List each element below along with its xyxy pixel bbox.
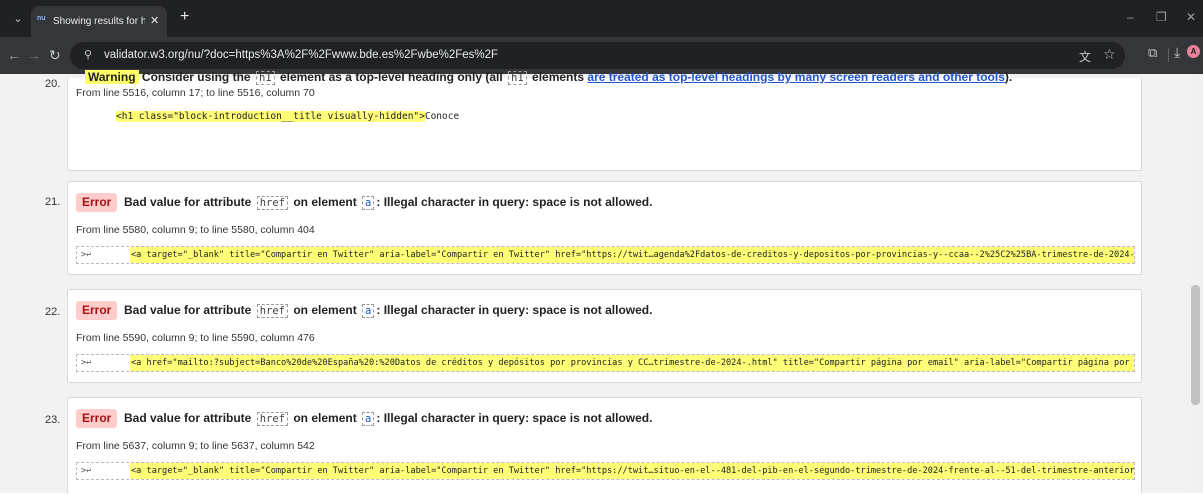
error-badge: Error xyxy=(76,409,118,428)
element-code: a xyxy=(362,196,375,210)
extract-snippet: >↩ <a target="_blank" title="Compartir e… xyxy=(76,246,1135,264)
message-text-a: Bad value for attribute xyxy=(124,195,252,209)
translate-icon[interactable]: 文 xyxy=(1079,48,1091,65)
extract-snippet: <h1 class="block-introduction__title vis… xyxy=(116,109,459,124)
extract-rest: Conoce xyxy=(424,111,460,122)
back-arrow-icon[interactable]: ← xyxy=(7,46,21,64)
tab-active[interactable]: nu Showing results for https://www ✕ xyxy=(31,6,167,37)
extract-prefix: >↩ xyxy=(81,466,92,476)
message-text: Bad value for attribute href on element … xyxy=(124,195,652,210)
scrollbar-thumb[interactable] xyxy=(1191,285,1200,405)
message-item: Error Bad value for attribute href on el… xyxy=(67,397,1142,494)
extract-highlight: <a href="mailto:?subject=Banco%20de%20Es… xyxy=(130,355,1135,371)
message-item-20: Warning Consider using the h1 element as… xyxy=(67,70,1142,171)
warning-text-close: ). xyxy=(1004,70,1013,84)
attribute-code: href xyxy=(256,412,288,426)
message-text: Bad value for attribute href on element … xyxy=(124,303,652,318)
extract-code: <a href="mailto:?subject=Banco%20de%20Es… xyxy=(131,358,1135,368)
message-text-c: : Illegal character in query: space is n… xyxy=(376,195,653,209)
tab-bar: ⌄ nu Showing results for https://www ✕ +… xyxy=(0,0,1203,37)
error-badge: Error xyxy=(76,301,118,320)
element-code: a xyxy=(362,304,375,318)
error-badge: Error xyxy=(76,193,118,212)
attribute-code: href xyxy=(256,196,288,210)
message-text-c: : Illegal character in query: space is n… xyxy=(376,411,653,425)
address-bar[interactable]: ⚲ validator.w3.org/nu/?doc=https%3A%2F%2… xyxy=(70,42,1125,69)
extract-code: <a target="_blank" title="Compartir en T… xyxy=(131,466,1135,476)
extract-code: <a target="_blank" title="Compartir en T… xyxy=(131,250,1135,260)
window-minimize-icon[interactable]: – xyxy=(1127,10,1134,24)
message-item: Error Bad value for attribute href on el… xyxy=(67,181,1142,275)
message-text-a: Bad value for attribute xyxy=(124,411,252,425)
message-number: 23. xyxy=(45,414,61,426)
tab-favicon: nu xyxy=(37,15,46,22)
new-tab-plus-icon[interactable]: + xyxy=(180,8,189,26)
extract-highlight: <h1 class="block-introduction__title vis… xyxy=(116,111,425,122)
tab-title: Showing results for https://www xyxy=(53,16,145,27)
warning-text-b: element as a top-level heading only (all xyxy=(279,70,503,84)
download-icon[interactable]: ⤓ xyxy=(1174,44,1180,61)
message-text-a: Bad value for attribute xyxy=(124,303,252,317)
message-item: Error Bad value for attribute href on el… xyxy=(67,289,1142,383)
avatar[interactable]: A xyxy=(1187,45,1200,58)
message-text-c: : Illegal character in query: space is n… xyxy=(376,303,653,317)
extract-prefix: >↩ xyxy=(81,358,92,368)
extract-highlight: <a target="_blank" title="Compartir en T… xyxy=(130,463,1135,479)
reload-icon[interactable]: ↻ xyxy=(49,46,61,64)
location-text: From line 5580, column 9; to line 5580, … xyxy=(76,224,315,236)
message-text-b: on element xyxy=(293,411,357,425)
warning-text-c: elements xyxy=(532,70,585,84)
message-number: 22. xyxy=(45,306,61,318)
message-text: Bad value for attribute href on element … xyxy=(124,411,652,426)
attribute-code: href xyxy=(256,304,288,318)
location-text: From line 5516, column 17; to line 5516,… xyxy=(76,87,315,99)
address-url[interactable]: validator.w3.org/nu/?doc=https%3A%2F%2Fw… xyxy=(104,48,498,63)
forward-arrow-icon[interactable]: → xyxy=(27,46,41,64)
window-close-icon[interactable]: ✕ xyxy=(1186,10,1196,24)
extract-prefix: >↩ xyxy=(81,250,92,260)
location-text: From line 5590, column 9; to line 5590, … xyxy=(76,332,315,344)
warning-heading: Warning Consider using the h1 element as… xyxy=(85,70,1013,85)
warning-text-a: Consider using the xyxy=(141,70,251,84)
toolbar-divider xyxy=(1168,48,1169,62)
message-number: 21. xyxy=(45,196,61,208)
bookmark-star-icon[interactable]: ☆ xyxy=(1103,46,1116,63)
extract-highlight: <a target="_blank" title="Compartir en T… xyxy=(130,247,1135,263)
message-text-b: on element xyxy=(293,303,357,317)
extract-snippet: >↩ <a target="_blank" title="Compartir e… xyxy=(76,462,1135,480)
element-code: a xyxy=(362,412,375,426)
warning-code-2: h1 xyxy=(508,71,527,85)
warning-badge: Warning xyxy=(85,70,139,84)
warning-code-1: h1 xyxy=(255,71,275,85)
tab-close-icon[interactable]: ✕ xyxy=(150,14,159,27)
window-restore-icon[interactable]: ❐ xyxy=(1156,10,1167,24)
page-scrollbar[interactable] xyxy=(1188,74,1203,493)
location-text: From line 5637, column 9; to line 5637, … xyxy=(76,440,315,452)
message-number: 20. xyxy=(45,78,61,90)
warning-link[interactable]: are treated as top-level headings by man… xyxy=(587,70,1004,84)
extensions-icon[interactable]: ⧉ xyxy=(1148,45,1157,61)
message-text-b: on element xyxy=(293,195,357,209)
tab-search-chevron-icon[interactable]: ⌄ xyxy=(10,11,26,27)
extract-snippet: >↩ <a href="mailto:?subject=Banco%20de%2… xyxy=(76,354,1135,372)
browser-toolbar: ← → ↻ ⚲ validator.w3.org/nu/?doc=https%3… xyxy=(0,37,1203,74)
site-info-icon[interactable]: ⚲ xyxy=(84,48,92,61)
